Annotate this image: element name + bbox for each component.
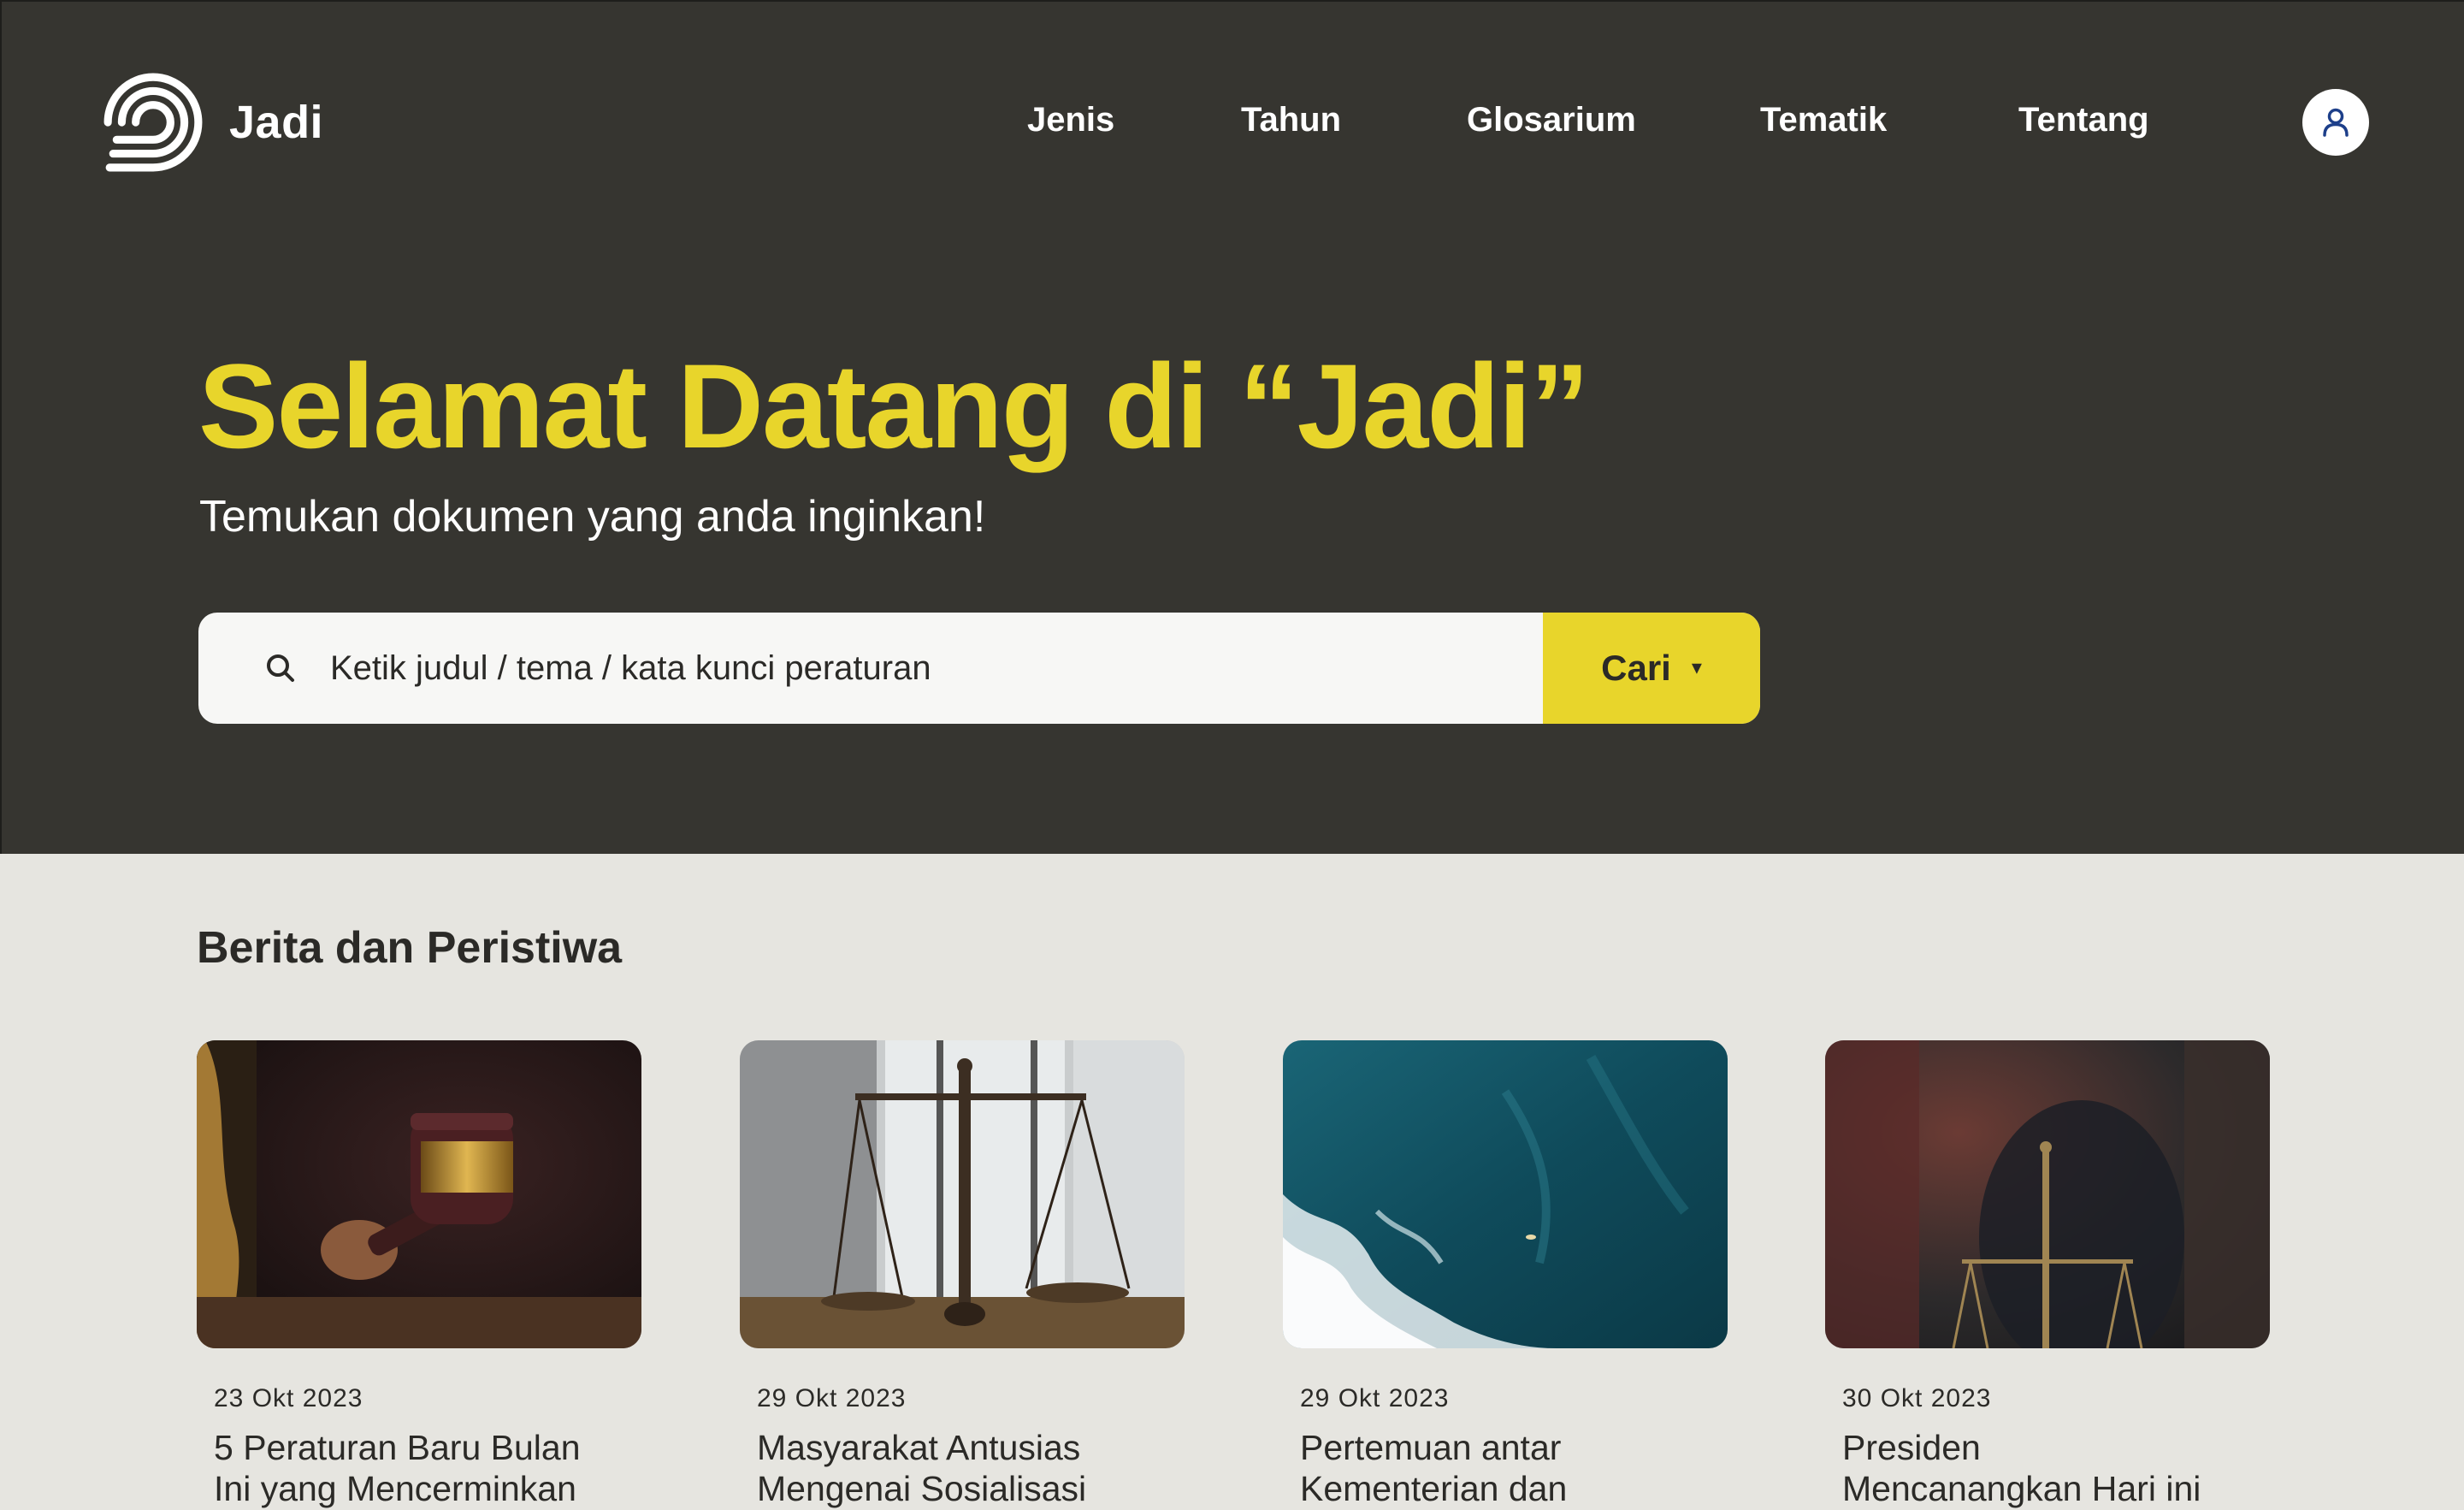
search-bar: Cari ▾ <box>198 613 1760 724</box>
news-card[interactable]: 29 Okt 2023 Pertemuan antar Kementerian … <box>1283 1040 1728 1510</box>
news-date: 30 Okt 2023 <box>1842 1384 1992 1412</box>
search-field <box>198 613 1543 724</box>
nav-item-tahun[interactable]: Tahun <box>1241 101 1341 139</box>
news-title: Presiden Mencanangkan Hari ini <box>1842 1428 2201 1509</box>
hero-header: Jadi Jenis Tahun Glosarium Tematik Tenta… <box>0 0 2464 854</box>
news-date: 29 Okt 2023 <box>757 1384 907 1412</box>
nav-item-jenis[interactable]: Jenis <box>1027 101 1114 139</box>
user-icon <box>2323 108 2349 137</box>
scales-of-justice-photo <box>740 1040 1185 1348</box>
news-card[interactable]: 30 Okt 2023 Presiden Mencanangkan Hari i… <box>1825 1040 2270 1510</box>
nav-item-glosarium[interactable]: Glosarium <box>1467 101 1636 139</box>
search-input[interactable] <box>328 613 1543 724</box>
news-date: 29 Okt 2023 <box>1300 1384 1450 1412</box>
news-title: 5 Peraturan Baru Bulan Ini yang Mencermi… <box>214 1428 581 1509</box>
chevron-down-icon: ▾ <box>1691 656 1702 679</box>
news-title: Pertemuan antar Kementerian dan <box>1300 1428 1568 1509</box>
brand-name: Jadi <box>229 97 324 148</box>
nav-item-tematik[interactable]: Tematik <box>1760 101 1887 139</box>
section-title-news: Berita dan Peristiwa <box>197 923 623 973</box>
news-card[interactable]: 23 Okt 2023 5 Peraturan Baru Bulan Ini y… <box>197 1040 641 1510</box>
news-card[interactable]: 29 Okt 2023 Masyarakat Antusias Mengenai… <box>740 1040 1185 1510</box>
nav-item-tentang[interactable]: Tentang <box>2018 101 2149 139</box>
search-icon <box>267 654 294 682</box>
account-button[interactable] <box>2302 89 2369 156</box>
ocean-aerial-photo <box>1283 1040 1728 1348</box>
gavel-photo <box>197 1040 641 1348</box>
hero-title: Selamat Datang di “Jadi” <box>198 339 1590 473</box>
news-date: 23 Okt 2023 <box>214 1384 363 1412</box>
search-button-label: Cari <box>1601 648 1671 688</box>
brand-logo[interactable]: Jadi <box>101 70 323 175</box>
blurred-scales-photo <box>1825 1040 2270 1348</box>
hero-subtitle: Temukan dokumen yang anda inginkan! <box>199 492 986 542</box>
news-title: Masyarakat Antusias Mengenai Sosialisasi <box>757 1428 1087 1509</box>
search-button[interactable]: Cari ▾ <box>1543 613 1760 724</box>
concentric-arcs-logo-icon <box>103 73 203 172</box>
